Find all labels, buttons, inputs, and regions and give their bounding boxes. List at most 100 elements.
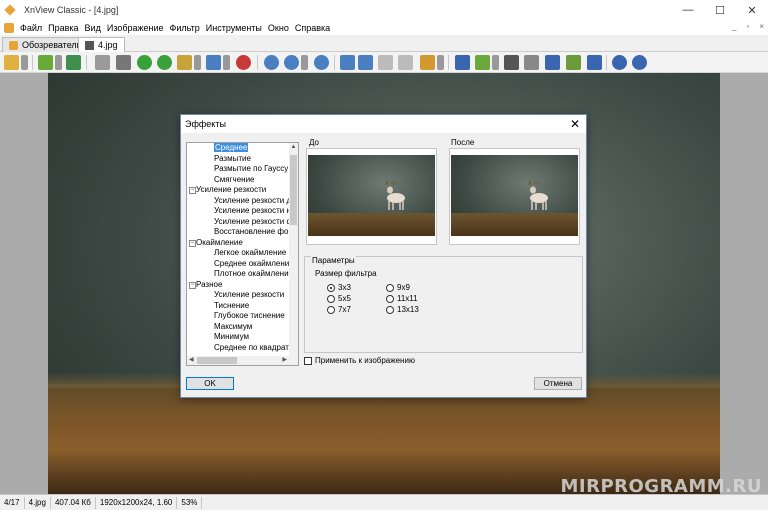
tree-item[interactable]: Размытие (187, 154, 290, 165)
dropdown-arrow-icon[interactable] (55, 55, 62, 70)
dropdown-arrow-icon[interactable] (437, 55, 444, 70)
collapse-icon[interactable]: − (189, 239, 196, 247)
desktop-icon[interactable] (545, 55, 560, 70)
zoom-options-icon[interactable] (284, 55, 299, 70)
radio-dot[interactable] (386, 283, 394, 292)
dialog-close-button[interactable]: ✕ (570, 117, 580, 131)
tree-category[interactable]: − Окаймление (187, 238, 290, 249)
last-page-icon[interactable] (398, 55, 413, 70)
scroll-thumb[interactable] (197, 357, 237, 364)
tree-horizontal-scrollbar[interactable]: ◀ ▶ (187, 356, 289, 365)
tree-item[interactable]: Плотное окаймление к (187, 269, 298, 280)
fullscreen-icon[interactable] (455, 55, 470, 70)
dropdown-arrow-icon[interactable] (223, 55, 230, 70)
tree-category[interactable]: − Усиление резкости (187, 185, 290, 196)
tree-item[interactable]: Размытие по Гауссу (187, 164, 290, 175)
zoom-out-icon[interactable] (314, 55, 329, 70)
save-icon[interactable] (66, 55, 81, 70)
ok-button[interactable]: OK (186, 377, 234, 390)
tree-item[interactable]: Усиление резкости (187, 290, 290, 301)
scroll-thumb[interactable] (290, 155, 297, 225)
menu-tools[interactable]: Инструменты (206, 23, 268, 33)
radio-dot[interactable] (327, 283, 335, 292)
tree-item[interactable]: Минимум (187, 332, 290, 343)
dropdown-arrow-icon[interactable] (301, 55, 308, 70)
menu-help[interactable]: Справка (295, 23, 336, 33)
effects-tree[interactable]: Среднее Размытие Размытие по Гауссу Смягчен… (186, 142, 299, 366)
settings-gear-icon[interactable] (612, 55, 627, 70)
checkbox-box[interactable] (304, 356, 312, 365)
tree-item[interactable]: Глубокое тиснение (187, 311, 290, 322)
print-icon[interactable] (524, 55, 539, 70)
tree-category[interactable]: − Разное (187, 280, 290, 291)
radio-dot[interactable] (386, 305, 394, 314)
wallpaper-icon[interactable] (566, 55, 581, 70)
scanner-icon[interactable] (95, 55, 110, 70)
radio-7x7[interactable]: 7x7 (327, 305, 351, 314)
radio-dot[interactable] (327, 294, 335, 303)
menu-window[interactable]: Окно (268, 23, 295, 33)
cancel-button[interactable]: Отмена (534, 377, 582, 390)
tree-item[interactable]: Тиснение (187, 301, 290, 312)
tree-vertical-scrollbar[interactable]: ▲ (289, 143, 298, 365)
open-folder-icon[interactable] (38, 55, 53, 70)
radio-3x3[interactable]: 3x3 (327, 283, 351, 292)
slideshow-icon[interactable] (420, 55, 435, 70)
menu-file[interactable]: Файл (20, 23, 48, 33)
menu-filter[interactable]: Фильтр (170, 23, 206, 33)
tree-item[interactable]: Среднее по квадрату (187, 343, 293, 354)
info-icon[interactable] (632, 55, 647, 70)
tree-item[interactable]: Легкое окаймление кр (187, 248, 297, 259)
tree-item[interactable]: Смягчение (187, 175, 290, 186)
tab-browser[interactable]: Обозреватель (2, 37, 89, 52)
tree-item[interactable]: Усиление резкости фо (187, 217, 298, 228)
radio-13x13[interactable]: 13x13 (386, 305, 419, 314)
browse-tree-icon[interactable] (4, 55, 19, 70)
tab-image[interactable]: 4.jpg (78, 37, 125, 52)
tree-item-label: Разное (196, 279, 223, 289)
radio-dot[interactable] (327, 305, 335, 314)
previous-arrow-icon[interactable] (340, 55, 355, 70)
mdi-close-button[interactable]: × (759, 22, 764, 31)
copy-icon[interactable] (475, 55, 490, 70)
rotate-left-icon[interactable] (137, 55, 152, 70)
binoculars-icon[interactable] (504, 55, 519, 70)
dropdown-arrow-icon[interactable] (21, 55, 28, 70)
close-button[interactable]: ✕ (736, 0, 768, 20)
maximize-button[interactable]: ☐ (704, 0, 736, 20)
zoom-in-icon[interactable] (264, 55, 279, 70)
tree-item[interactable]: Усиление резкости де (187, 196, 296, 207)
collapse-icon[interactable]: − (189, 187, 196, 194)
adjust-icon[interactable] (177, 55, 192, 70)
tree-item[interactable]: Усиление резкости на (187, 206, 295, 217)
radio-dot[interactable] (386, 294, 394, 303)
radio-9x9[interactable]: 9x9 (386, 283, 410, 292)
scroll-left-icon[interactable]: ◀ (189, 356, 194, 365)
capture-icon[interactable] (587, 55, 602, 70)
effects-icon[interactable] (236, 55, 251, 70)
tree-item[interactable]: Восстановление фоку (187, 227, 296, 238)
rotate-right-icon[interactable] (157, 55, 172, 70)
tree-item[interactable]: Среднее окаймление к (187, 259, 298, 270)
mdi-restore-button[interactable]: ▫ (746, 22, 749, 31)
tree-item[interactable]: Среднее (187, 143, 290, 154)
document-menu-icon[interactable] (4, 22, 14, 33)
collapse-icon[interactable]: − (189, 281, 196, 289)
crop-icon[interactable] (116, 55, 131, 70)
scroll-right-icon[interactable]: ▶ (282, 356, 287, 365)
first-page-icon[interactable] (378, 55, 393, 70)
menu-view[interactable]: Вид (85, 23, 107, 33)
menu-edit[interactable]: Правка (48, 23, 84, 33)
apply-to-image-checkbox[interactable]: Применить к изображению (304, 356, 415, 365)
tree-item[interactable]: Максимум (187, 322, 290, 333)
menu-image[interactable]: Изображение (107, 23, 170, 33)
colors-icon[interactable] (206, 55, 221, 70)
mdi-minimize-button[interactable]: _ (732, 22, 736, 31)
scroll-up-icon[interactable]: ▲ (289, 143, 298, 152)
minimize-button[interactable]: — (672, 0, 704, 20)
dropdown-arrow-icon[interactable] (194, 55, 201, 70)
dropdown-arrow-icon[interactable] (492, 55, 499, 70)
next-arrow-icon[interactable] (358, 55, 373, 70)
radio-11x11[interactable]: 11x11 (386, 294, 418, 303)
radio-5x5[interactable]: 5x5 (327, 294, 351, 303)
